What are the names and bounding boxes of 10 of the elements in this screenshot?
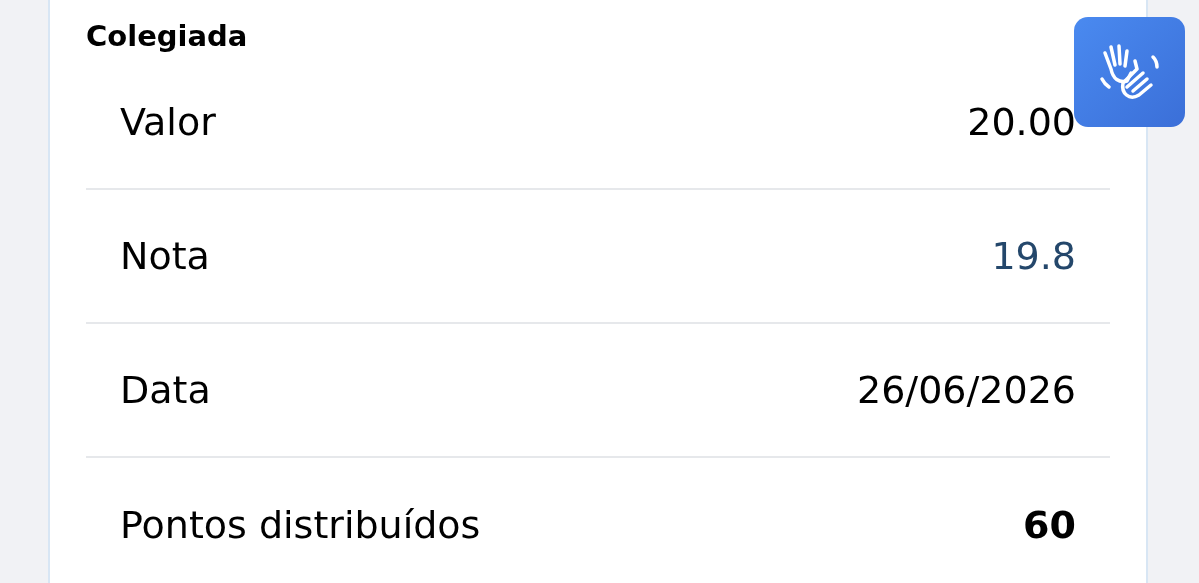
section-title: Colegiada: [86, 19, 248, 53]
field-value: 26/06/2026: [856, 366, 1076, 414]
field-label: Data: [120, 366, 211, 414]
field-label: Pontos distribuídos: [120, 501, 481, 549]
field-label: Valor: [120, 98, 216, 146]
field-value: 20.00: [967, 98, 1076, 146]
accessibility-button[interactable]: [1074, 17, 1185, 127]
field-value: 60: [1023, 501, 1076, 549]
field-value: 19.8: [991, 232, 1076, 280]
field-label: Nota: [120, 232, 210, 280]
